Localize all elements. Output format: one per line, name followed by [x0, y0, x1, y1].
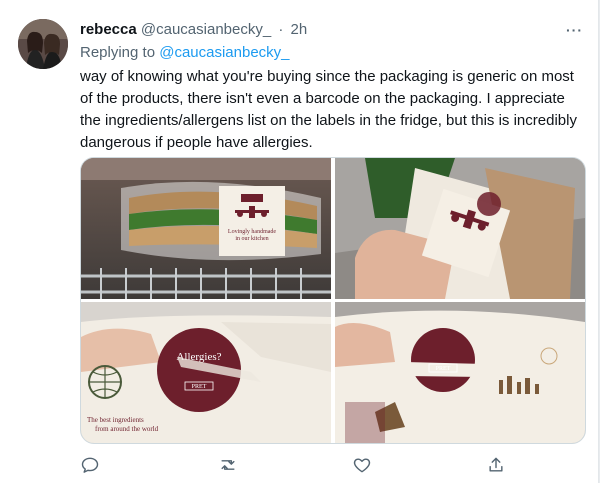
heart-icon[interactable]	[352, 455, 372, 475]
timestamp[interactable]: 2h	[291, 21, 308, 38]
comment-icon[interactable]	[80, 455, 100, 475]
photo-package-opened[interactable]: PRET	[335, 302, 585, 443]
media-grid: Lovingly handmade in our kitchen Allergi…	[80, 157, 586, 444]
photo3-bottom-text-1: The best ingredients	[87, 416, 144, 424]
replying-to: Replying to @caucasianbecky_	[80, 44, 290, 61]
photo1-label-line2: in our kitchen	[235, 236, 268, 242]
photo1-label-line1: Lovingly handmade	[228, 229, 276, 235]
photo3-bottom-text-2: from around the world	[95, 425, 159, 433]
tweet-card[interactable]: rebecca @caucasianbecky_ · 2h ··· Replyi…	[0, 0, 599, 483]
replying-to-label: Replying to	[80, 44, 156, 61]
retweet-icon[interactable]	[218, 455, 238, 475]
separator-dot: ·	[278, 21, 284, 38]
photo4-logo: PRET	[436, 366, 451, 372]
photo-sandwich-shelf[interactable]: Lovingly handmade in our kitchen	[81, 158, 331, 299]
more-options-icon[interactable]: ···	[566, 22, 583, 38]
avatar[interactable]	[18, 19, 68, 69]
replying-to-handle[interactable]: @caucasianbecky_	[159, 44, 289, 61]
tweet-text: way of knowing what you're buying since …	[80, 68, 577, 151]
photo-sandwich-hand[interactable]	[335, 158, 585, 299]
tweet-header: rebecca @caucasianbecky_ · 2h	[80, 21, 307, 38]
user-handle[interactable]: @caucasianbecky_	[141, 21, 271, 38]
photo-allergies-label[interactable]: Allergies? PRET The best ingredients fro…	[81, 302, 331, 443]
photo3-logo: PRET	[192, 384, 207, 390]
action-bar	[80, 455, 520, 475]
share-icon[interactable]	[486, 455, 506, 475]
display-name[interactable]: rebecca	[80, 21, 137, 38]
